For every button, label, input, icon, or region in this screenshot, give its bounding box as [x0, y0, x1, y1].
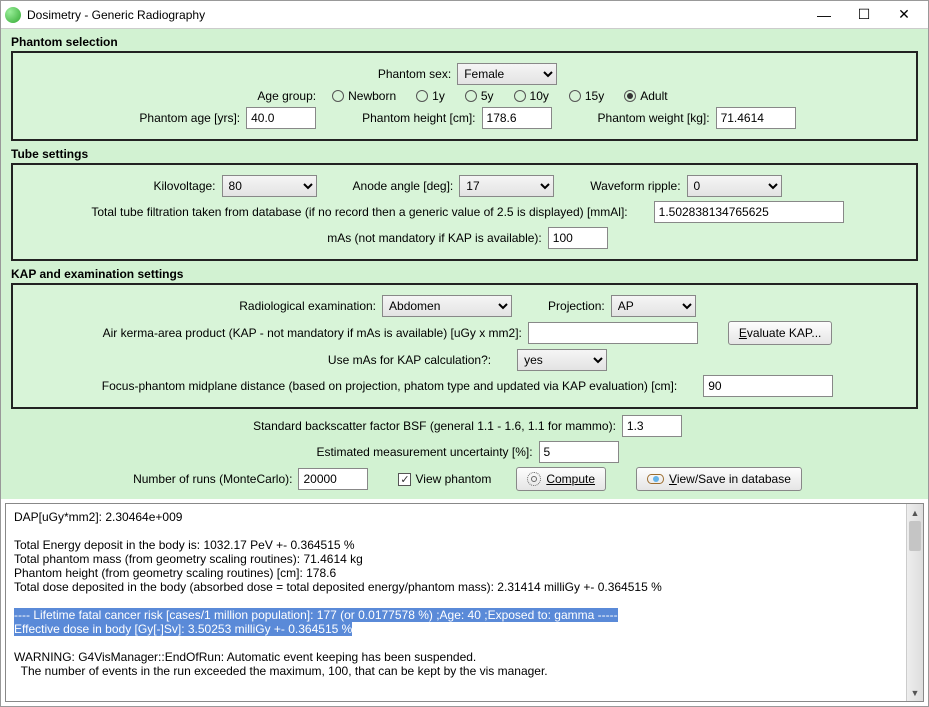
radio-icon — [332, 90, 344, 102]
exam-label: Radiological examination: — [239, 299, 376, 313]
kap-input[interactable] — [528, 322, 698, 344]
age-radio-5y[interactable]: 5y — [465, 89, 494, 103]
filtration-label: Total tube filtration taken from databas… — [91, 205, 627, 219]
age-radio-newborn[interactable]: Newborn — [332, 89, 396, 103]
gear-icon — [527, 472, 541, 486]
mas-input[interactable] — [548, 227, 608, 249]
phantom-age-label: Phantom age [yrs]: — [139, 111, 240, 125]
radio-icon — [514, 90, 526, 102]
phantom-weight-label: Phantom weight [kg]: — [598, 111, 710, 125]
use-mas-label: Use mAs for KAP calculation?: — [328, 353, 491, 367]
close-button[interactable]: ✕ — [884, 3, 924, 27]
age-group-row: Age group: Newborn 1y 5y 10y 15y Adult — [21, 89, 908, 103]
phantom-sex-select[interactable]: Female — [457, 63, 557, 85]
age-radio-1y[interactable]: 1y — [416, 89, 445, 103]
proj-label: Projection: — [548, 299, 605, 313]
view-save-button[interactable]: View/Save in database — [636, 467, 802, 491]
scroll-down-icon[interactable]: ▼ — [907, 684, 923, 701]
phantom-height-label: Phantom height [cm]: — [362, 111, 475, 125]
exam-select[interactable]: Abdomen — [382, 295, 512, 317]
mas-label: mAs (not mandatory if KAP is available): — [327, 231, 542, 245]
phantom-age-input[interactable] — [246, 107, 316, 129]
window-title: Dosimetry - Generic Radiography — [27, 8, 804, 22]
anode-select[interactable]: 17 — [459, 175, 554, 197]
titlebar: Dosimetry - Generic Radiography — ☐ ✕ — [1, 1, 928, 29]
uncertainty-label: Estimated measurement uncertainty [%]: — [316, 445, 532, 459]
maximize-button[interactable]: ☐ — [844, 3, 884, 27]
tube-panel: Kilovoltage: 80 Anode angle [deg]: 17 Wa… — [11, 163, 918, 261]
radio-icon — [569, 90, 581, 102]
radio-icon — [465, 90, 477, 102]
ripple-label: Waveform ripple: — [590, 179, 680, 193]
kap-section-title: KAP and examination settings — [11, 267, 918, 281]
evaluate-kap-button[interactable]: Evaluate KAP... — [728, 321, 833, 345]
focus-input[interactable] — [703, 375, 833, 397]
age-radio-10y[interactable]: 10y — [514, 89, 549, 103]
view-phantom-checkbox[interactable]: ✓View phantom — [398, 472, 491, 486]
focus-label: Focus-phantom midplane distance (based o… — [102, 379, 677, 393]
scroll-up-icon[interactable]: ▲ — [907, 504, 923, 521]
kap-panel: Radiological examination: Abdomen Projec… — [11, 283, 918, 409]
view-phantom-label: View phantom — [415, 472, 491, 486]
bsf-label: Standard backscatter factor BSF (general… — [253, 419, 616, 433]
phantom-height-input[interactable] — [482, 107, 552, 129]
ripple-select[interactable]: 0 — [687, 175, 782, 197]
proj-select[interactable]: AP — [611, 295, 696, 317]
phantom-weight-input[interactable] — [716, 107, 796, 129]
kv-label: Kilovoltage: — [153, 179, 215, 193]
age-radio-15y[interactable]: 15y — [569, 89, 604, 103]
compute-button[interactable]: Compute — [516, 467, 606, 491]
radio-icon — [624, 90, 636, 102]
bsf-input[interactable] — [622, 415, 682, 437]
minimize-button[interactable]: — — [804, 3, 844, 27]
output-panel: DAP[uGy*mm2]: 2.30464e+009 Total Energy … — [5, 503, 924, 702]
age-group-radio-group: Newborn 1y 5y 10y 15y Adult — [322, 89, 677, 103]
phantom-sex-label: Phantom sex: — [378, 67, 451, 81]
eye-icon — [647, 474, 664, 484]
tube-section-title: Tube settings — [11, 147, 918, 161]
kv-select[interactable]: 80 — [222, 175, 317, 197]
runs-label: Number of runs (MonteCarlo): — [133, 472, 292, 486]
output-text[interactable]: DAP[uGy*mm2]: 2.30464e+009 Total Energy … — [6, 504, 906, 701]
app-icon — [5, 7, 21, 23]
use-mas-select[interactable]: yes — [517, 349, 607, 371]
age-group-label: Age group: — [257, 89, 316, 103]
runs-input[interactable] — [298, 468, 368, 490]
radio-icon — [416, 90, 428, 102]
phantom-section-title: Phantom selection — [11, 35, 918, 49]
output-scrollbar[interactable]: ▲ ▼ — [906, 504, 923, 701]
anode-label: Anode angle [deg]: — [353, 179, 454, 193]
config-area: Phantom selection Phantom sex: Female Ag… — [1, 29, 928, 499]
kap-label: Air kerma-area product (KAP - not mandat… — [103, 326, 522, 340]
filtration-input[interactable] — [654, 201, 844, 223]
phantom-panel: Phantom sex: Female Age group: Newborn 1y… — [11, 51, 918, 141]
uncertainty-input[interactable] — [539, 441, 619, 463]
age-radio-adult[interactable]: Adult — [624, 89, 667, 103]
scroll-thumb[interactable] — [909, 521, 921, 551]
